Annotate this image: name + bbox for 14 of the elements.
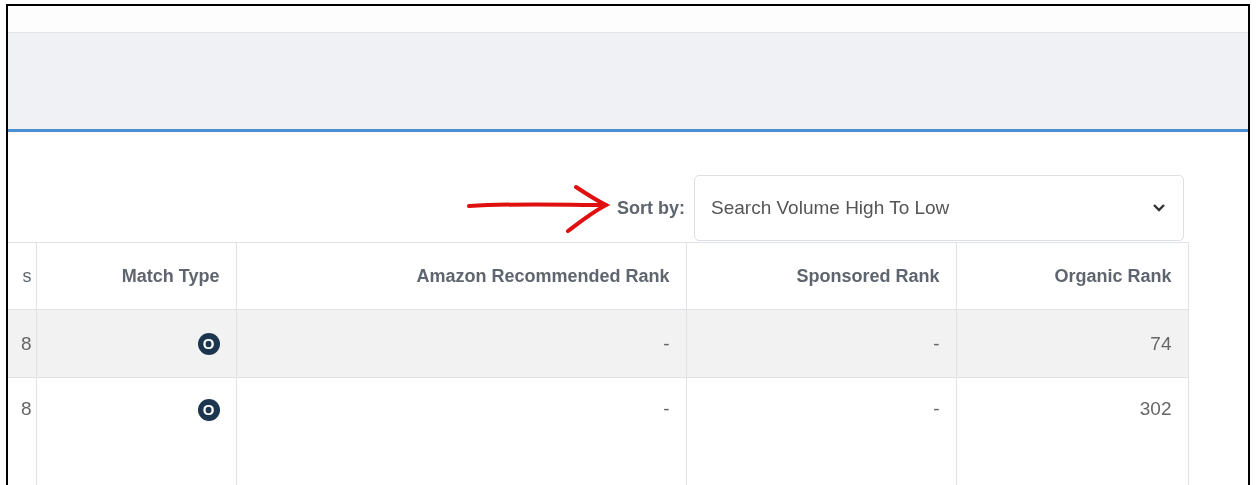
sort-dropdown[interactable]: Search Volume High To Low: [694, 175, 1184, 241]
column-header: Sponsored Rank: [686, 242, 956, 310]
match-type-badge: O: [197, 332, 220, 355]
match-type-badge: O: [197, 398, 220, 421]
table-cell: -: [686, 309, 956, 378]
column-header: Match Type: [36, 242, 236, 310]
column-header: Amazon Recommended Rank: [236, 242, 686, 310]
table-cell: 74: [956, 309, 1188, 378]
column-header: s: [8, 242, 36, 310]
chevron-icon: [1153, 204, 1165, 212]
table-cell: 8: [8, 309, 36, 378]
column-header: Organic Rank: [956, 242, 1188, 310]
table-cell: -: [236, 309, 686, 378]
sort-label: Sort by:: [617, 197, 685, 219]
